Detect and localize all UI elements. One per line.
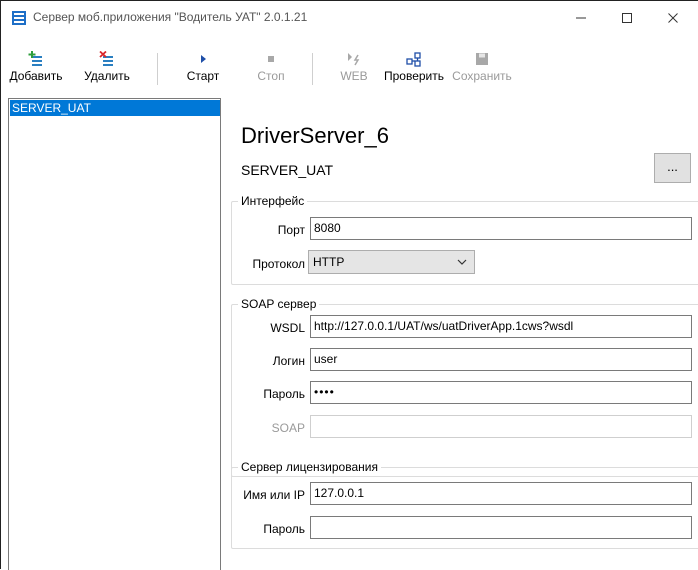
- toolbar-separator: [157, 53, 158, 85]
- check-button[interactable]: Проверить: [375, 51, 453, 83]
- license-password-input[interactable]: [310, 516, 692, 539]
- stop-button-label: Стоп: [257, 69, 285, 83]
- license-password-label: Пароль: [263, 522, 305, 536]
- port-label: Порт: [277, 223, 305, 237]
- add-icon: [28, 51, 42, 66]
- toolbar-separator: [312, 53, 313, 85]
- toolbar: Добавить Удалить Старт Стоп WEB Проверит…: [2, 35, 698, 95]
- check-button-label: Проверить: [383, 69, 444, 83]
- stop-icon: [268, 56, 274, 62]
- protocol-label: Протокол: [252, 257, 305, 271]
- protocol-selected-value: HTTP: [313, 255, 345, 269]
- port-input[interactable]: 8080: [310, 217, 692, 240]
- soap-label: SOAP: [271, 421, 305, 435]
- delete-icon: [99, 51, 113, 66]
- wsdl-input[interactable]: http://127.0.0.1/UAT/ws/uatDriverApp.1cw…: [310, 315, 692, 338]
- wsdl-label: WSDL: [270, 321, 305, 335]
- window-title: Сервер моб.приложения "Водитель УАТ" 2.0…: [33, 10, 308, 24]
- delete-button-label: Удалить: [84, 69, 130, 83]
- web-button[interactable]: WEB: [329, 51, 379, 83]
- stop-button[interactable]: Стоп: [242, 51, 300, 83]
- maximize-icon: [622, 13, 632, 23]
- play-icon: [201, 55, 206, 63]
- maximize-button[interactable]: [604, 2, 650, 34]
- minimize-icon: [576, 17, 586, 19]
- soap-password-label: Пароль: [263, 387, 305, 401]
- login-label: Логин: [272, 354, 305, 368]
- minimize-button[interactable]: [558, 2, 604, 34]
- host-input[interactable]: 127.0.0.1: [310, 482, 692, 505]
- app-icon: [12, 11, 26, 25]
- soap-input[interactable]: [310, 415, 692, 438]
- server-id-label: SERVER_UAT: [241, 162, 334, 178]
- web-button-label: WEB: [340, 69, 368, 83]
- add-button[interactable]: Добавить: [7, 51, 65, 83]
- server-list[interactable]: SERVER_UAT: [8, 98, 221, 570]
- close-icon: [668, 13, 678, 23]
- web-run-icon: [348, 53, 360, 66]
- soap-password-input[interactable]: ••••: [310, 381, 692, 404]
- save-icon: [476, 53, 488, 65]
- title-bar: Сервер моб.приложения "Водитель УАТ" 2.0…: [2, 2, 698, 34]
- protocol-select[interactable]: HTTP: [308, 250, 475, 274]
- server-name-title: DriverServer_6: [241, 123, 389, 148]
- interface-group-title: Интерфейс: [238, 194, 308, 208]
- start-button[interactable]: Старт: [173, 51, 233, 83]
- list-item[interactable]: SERVER_UAT: [10, 100, 220, 116]
- delete-button[interactable]: Удалить: [78, 51, 136, 83]
- host-label: Имя или IP: [243, 488, 305, 502]
- soap-group-title: SOAP сервер: [238, 297, 320, 311]
- app-window: Сервер моб.приложения "Водитель УАТ" 2.0…: [0, 0, 698, 570]
- license-group-title: Сервер лицензирования: [238, 460, 381, 474]
- save-button-label: Сохранить: [452, 69, 512, 83]
- browse-button[interactable]: ...: [654, 153, 691, 183]
- add-button-label: Добавить: [9, 69, 63, 83]
- network-check-icon: [406, 52, 421, 67]
- start-button-label: Старт: [186, 69, 220, 83]
- login-input[interactable]: user: [310, 348, 692, 371]
- save-button[interactable]: Сохранить: [448, 51, 516, 83]
- close-button[interactable]: [650, 2, 696, 34]
- chevron-down-icon: [457, 259, 467, 265]
